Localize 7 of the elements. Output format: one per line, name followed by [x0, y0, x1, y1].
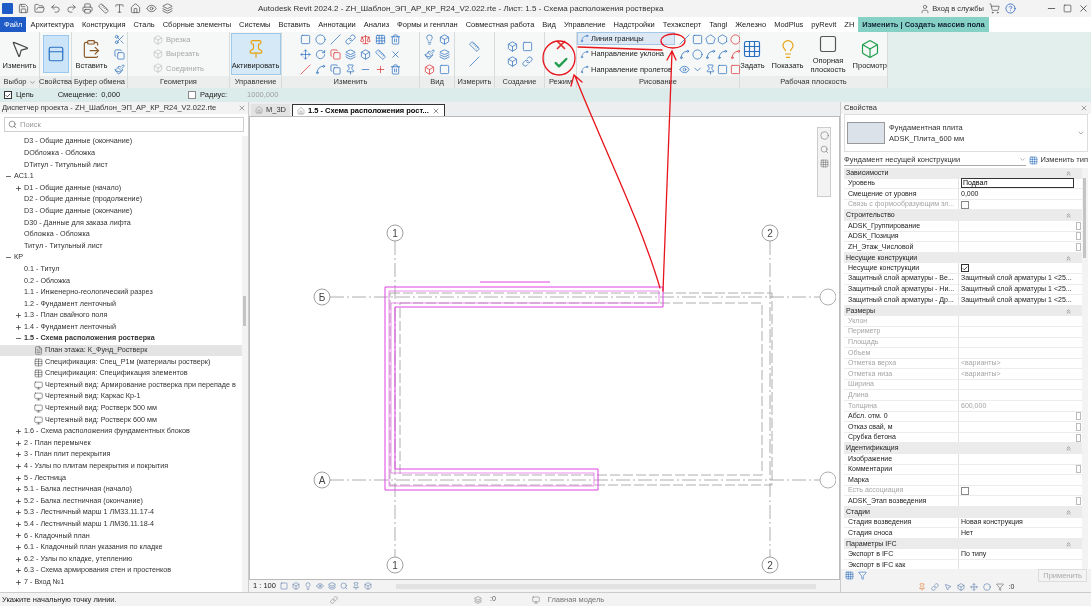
grid-label: 1	[392, 227, 398, 239]
grid-label: А	[318, 474, 326, 486]
window-title: Autodesk Revit 2024.2 - ZH_Шаблон_ЭП_АР_КР_R24_V2.022.rte - Лист: 1.5 - Схема расположения ростверка	[258, 2, 664, 15]
grid-label: Б	[318, 291, 326, 303]
grid-label: 2	[767, 227, 773, 239]
grid-label: 2	[767, 559, 773, 571]
grid-label: 1	[392, 559, 398, 571]
